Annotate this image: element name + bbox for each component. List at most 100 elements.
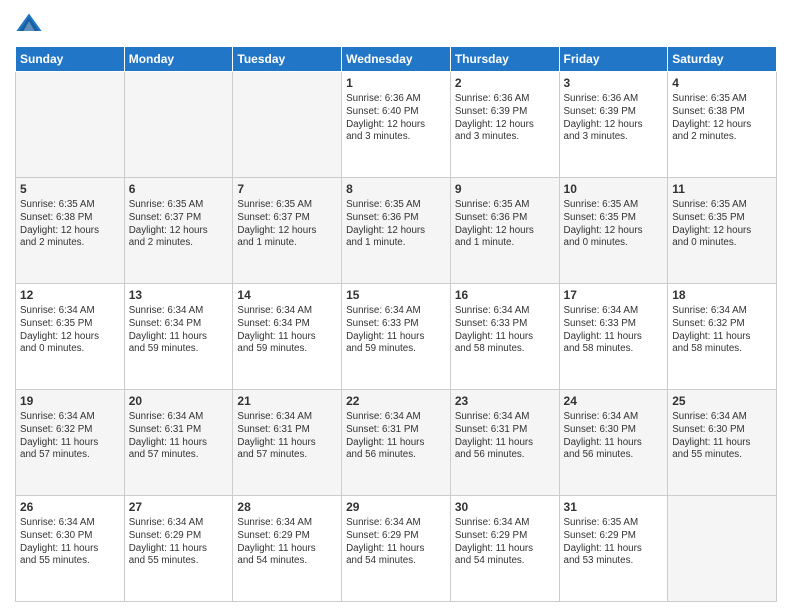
day-info: Sunrise: 6:35 AM Sunset: 6:35 PM Dayligh… [564,199,664,250]
calendar-cell: 13Sunrise: 6:34 AM Sunset: 6:34 PM Dayli… [124,284,233,390]
calendar-cell: 9 Sunrise: 6:35 AM Sunset: 6:36 PM Daylig… [450,178,559,284]
day-number: 15 [346,287,446,303]
calendar-cell: 6 Sunrise: 6:35 AM Sunset: 6:37 PM Daylig… [124,178,233,284]
calendar-cell: 18 Sunrise: 6:34 AM Sunset: 6:32 PM Dayli… [668,284,777,390]
calendar-cell [668,496,777,602]
col-header-tuesday: Tuesday [233,47,342,72]
day-number: 11 [672,181,772,197]
calendar-cell: 12 Sunrise: 6:34 AM Sunset: 6:35 PM Dayli… [16,284,125,390]
day-number: 24 [564,393,664,409]
day-number: 27 [129,499,229,515]
calendar-cell [16,72,125,178]
generalblue-icon [15,10,43,38]
day-info: Sunrise: 6:34 AM Sunset: 6:29 PM Dayligh… [455,517,555,568]
day-number: 6 [129,181,229,197]
day-number: 29 [346,499,446,515]
day-info: Sunrise: 6:34 AM Sunset: 6:33 PM Dayligh… [564,305,664,356]
calendar-cell: 23 Sunrise: 6:34 AM Sunset: 6:31 PM Dayli… [450,390,559,496]
calendar-cell: 25 Sunrise: 6:34 AM Sunset: 6:30 PM Dayli… [668,390,777,496]
day-number: 10 [564,181,664,197]
calendar-cell: 28Sunrise: 6:34 AM Sunset: 6:29 PM Dayli… [233,496,342,602]
day-number: 4 [672,75,772,91]
day-number: 30 [455,499,555,515]
calendar-cell: 4 Sunrise: 6:35 AM Sunset: 6:38 PM Daylig… [668,72,777,178]
calendar-row-5: 26Sunrise: 6:34 AM Sunset: 6:30 PM Dayli… [16,496,777,602]
col-header-monday: Monday [124,47,233,72]
day-info: Sunrise: 6:34 AM Sunset: 6:31 PM Dayligh… [129,411,229,462]
day-info: Sunrise: 6:34 AM Sunset: 6:29 PM Dayligh… [129,517,229,568]
day-number: 19 [20,393,120,409]
day-info: Sunrise: 6:35 AM Sunset: 6:36 PM Dayligh… [346,199,446,250]
day-number: 20 [129,393,229,409]
logo [15,10,47,38]
calendar-cell [233,72,342,178]
calendar-cell: 17 Sunrise: 6:34 AM Sunset: 6:33 PM Dayli… [559,284,668,390]
day-number: 25 [672,393,772,409]
day-number: 26 [20,499,120,515]
day-info: Sunrise: 6:34 AM Sunset: 6:33 PM Dayligh… [346,305,446,356]
day-number: 1 [346,75,446,91]
day-number: 31 [564,499,664,515]
day-info: Sunrise: 6:34 AM Sunset: 6:29 PM Dayligh… [237,517,337,568]
calendar-header-row: SundayMondayTuesdayWednesdayThursdayFrid… [16,47,777,72]
page: SundayMondayTuesdayWednesdayThursdayFrid… [0,0,792,612]
col-header-saturday: Saturday [668,47,777,72]
day-info: Sunrise: 6:35 AM Sunset: 6:36 PM Dayligh… [455,199,555,250]
calendar-cell: 31 Sunrise: 6:35 AM Sunset: 6:29 PM Dayli… [559,496,668,602]
calendar-cell: 22 Sunrise: 6:34 AM Sunset: 6:31 PM Dayli… [342,390,451,496]
day-info: Sunrise: 6:34 AM Sunset: 6:32 PM Dayligh… [672,305,772,356]
calendar-cell: 29 Sunrise: 6:34 AM Sunset: 6:29 PM Dayli… [342,496,451,602]
day-info: Sunrise: 6:34 AM Sunset: 6:29 PM Dayligh… [346,517,446,568]
day-number: 7 [237,181,337,197]
col-header-sunday: Sunday [16,47,125,72]
calendar-cell: 7 Sunrise: 6:35 AM Sunset: 6:37 PM Daylig… [233,178,342,284]
calendar-cell: 21Sunrise: 6:34 AM Sunset: 6:31 PM Dayli… [233,390,342,496]
day-number: 17 [564,287,664,303]
day-info: Sunrise: 6:34 AM Sunset: 6:30 PM Dayligh… [672,411,772,462]
day-info: Sunrise: 6:34 AM Sunset: 6:31 PM Dayligh… [346,411,446,462]
day-number: 22 [346,393,446,409]
calendar-row-2: 5 Sunrise: 6:35 AM Sunset: 6:38 PM Daylig… [16,178,777,284]
day-info: Sunrise: 6:35 AM Sunset: 6:38 PM Dayligh… [672,93,772,144]
day-number: 16 [455,287,555,303]
calendar-cell: 10 Sunrise: 6:35 AM Sunset: 6:35 PM Dayli… [559,178,668,284]
col-header-thursday: Thursday [450,47,559,72]
day-info: Sunrise: 6:34 AM Sunset: 6:31 PM Dayligh… [237,411,337,462]
calendar-cell: 27 Sunrise: 6:34 AM Sunset: 6:29 PM Dayli… [124,496,233,602]
calendar-cell: 5 Sunrise: 6:35 AM Sunset: 6:38 PM Daylig… [16,178,125,284]
day-info: Sunrise: 6:35 AM Sunset: 6:35 PM Dayligh… [672,199,772,250]
day-number: 12 [20,287,120,303]
day-info: Sunrise: 6:35 AM Sunset: 6:37 PM Dayligh… [237,199,337,250]
calendar-cell: 14Sunrise: 6:34 AM Sunset: 6:34 PM Dayli… [233,284,342,390]
day-info: Sunrise: 6:34 AM Sunset: 6:31 PM Dayligh… [455,411,555,462]
day-info: Sunrise: 6:34 AM Sunset: 6:32 PM Dayligh… [20,411,120,462]
calendar-cell: 30 Sunrise: 6:34 AM Sunset: 6:29 PM Dayli… [450,496,559,602]
calendar-cell: 24Sunrise: 6:34 AM Sunset: 6:30 PM Dayli… [559,390,668,496]
header [15,10,777,38]
calendar-cell: 3Sunrise: 6:36 AM Sunset: 6:39 PM Daylig… [559,72,668,178]
day-info: Sunrise: 6:36 AM Sunset: 6:40 PM Dayligh… [346,93,446,144]
day-number: 2 [455,75,555,91]
col-header-friday: Friday [559,47,668,72]
calendar-cell [124,72,233,178]
day-info: Sunrise: 6:35 AM Sunset: 6:37 PM Dayligh… [129,199,229,250]
calendar-cell: 8 Sunrise: 6:35 AM Sunset: 6:36 PM Daylig… [342,178,451,284]
calendar-cell: 20 Sunrise: 6:34 AM Sunset: 6:31 PM Dayli… [124,390,233,496]
day-info: Sunrise: 6:34 AM Sunset: 6:35 PM Dayligh… [20,305,120,356]
calendar-cell: 26Sunrise: 6:34 AM Sunset: 6:30 PM Dayli… [16,496,125,602]
day-info: Sunrise: 6:35 AM Sunset: 6:38 PM Dayligh… [20,199,120,250]
day-number: 9 [455,181,555,197]
day-number: 23 [455,393,555,409]
day-number: 8 [346,181,446,197]
calendar-cell: 19 Sunrise: 6:34 AM Sunset: 6:32 PM Dayli… [16,390,125,496]
day-number: 5 [20,181,120,197]
calendar-row-3: 12 Sunrise: 6:34 AM Sunset: 6:35 PM Dayli… [16,284,777,390]
day-info: Sunrise: 6:36 AM Sunset: 6:39 PM Dayligh… [455,93,555,144]
day-number: 18 [672,287,772,303]
day-number: 14 [237,287,337,303]
calendar-row-4: 19 Sunrise: 6:34 AM Sunset: 6:32 PM Dayli… [16,390,777,496]
day-info: Sunrise: 6:34 AM Sunset: 6:34 PM Dayligh… [129,305,229,356]
calendar-cell: 15 Sunrise: 6:34 AM Sunset: 6:33 PM Dayli… [342,284,451,390]
calendar-cell: 2 Sunrise: 6:36 AM Sunset: 6:39 PM Daylig… [450,72,559,178]
day-info: Sunrise: 6:35 AM Sunset: 6:29 PM Dayligh… [564,517,664,568]
